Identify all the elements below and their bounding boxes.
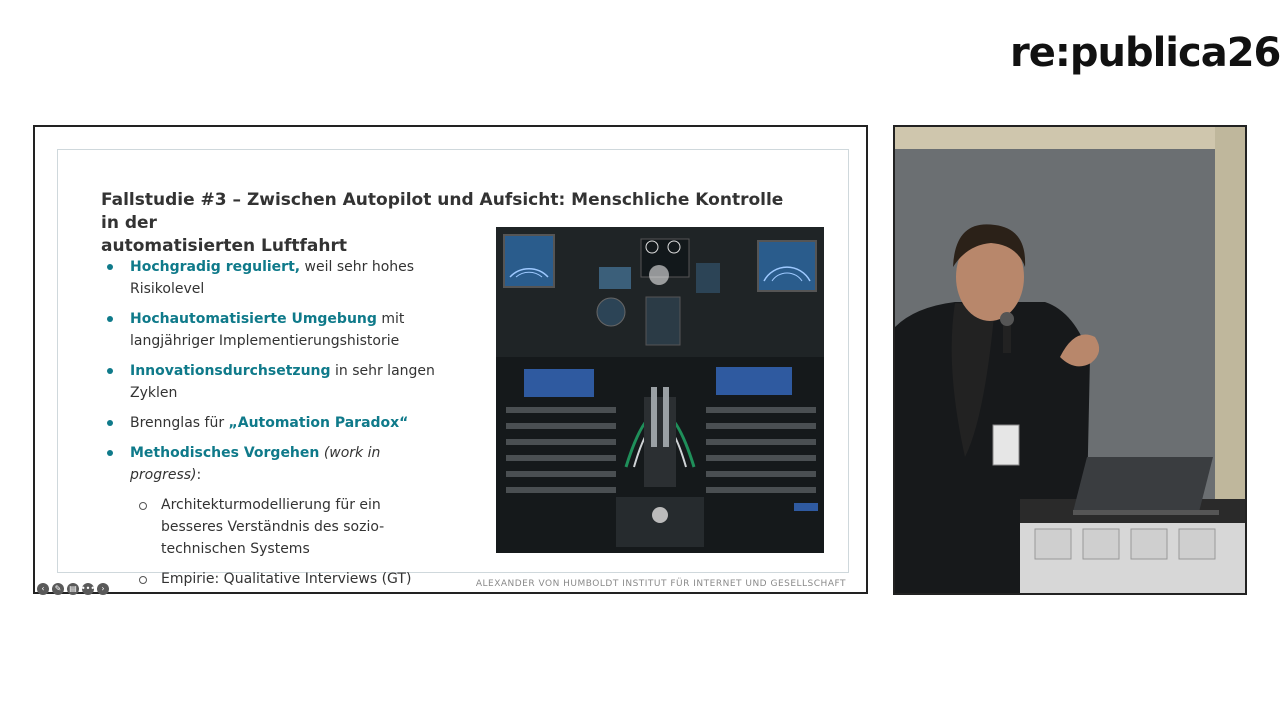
sub-bullet-list: Architekturmodellierung für ein besseres… [130, 494, 435, 590]
slides-icon[interactable]: ▤ [67, 583, 79, 595]
bullet-item: Hochautomatisierte Umgebung mit langjähr… [105, 308, 435, 352]
speaker-video [893, 125, 1247, 595]
speaker-illustration [895, 127, 1245, 593]
slide-footer: ALEXANDER VON HUMBOLDT INSTITUT FÜR INTE… [475, 579, 846, 589]
cockpit-photo [496, 227, 824, 553]
bullet-dot-icon [107, 450, 113, 456]
bullet-highlight: Hochautomatisierte Umgebung [130, 311, 377, 327]
bullet-item: Methodisches Vorgehen (work in progress)… [105, 442, 435, 590]
slide-panel: Fallstudie #3 – Zwischen Autopilot und A… [33, 125, 868, 595]
bullet-highlight: „Automation Paradox“ [228, 415, 409, 431]
sub-bullet-text: Empirie: Qualitative Interviews (GT) [161, 571, 412, 587]
sub-bullet-text: Architekturmodellierung für ein besseres… [161, 497, 385, 557]
cockpit-illustration [496, 227, 824, 553]
next-icon[interactable]: › [97, 583, 109, 595]
bullet-dot-icon [107, 368, 113, 374]
sub-bullet-item: Architekturmodellierung für ein besseres… [130, 494, 435, 560]
bullet-dot-icon [107, 316, 113, 322]
bullet-highlight: Innovationsdurchsetzung [130, 363, 331, 379]
bullet-dot-icon [107, 264, 113, 270]
bullet-item: Innovationsdurchsetzung in sehr langen Z… [105, 360, 435, 404]
bullet-dot-icon [107, 420, 113, 426]
sub-bullet-item: Empirie: Qualitative Interviews (GT) [130, 568, 435, 590]
menu-icon[interactable]: ••• [81, 583, 95, 595]
bullet-highlight: Methodisches Vorgehen [130, 445, 320, 461]
slide-controls: ‹ ✎ ▤ ••• › [37, 583, 109, 595]
prev-icon[interactable]: ‹ [37, 583, 49, 595]
ring-bullet-icon [139, 576, 147, 584]
ring-bullet-icon [139, 502, 147, 510]
pen-icon[interactable]: ✎ [52, 583, 64, 595]
bullet-prefix: Brennglas für [130, 415, 229, 431]
bullet-item: Brennglas für „Automation Paradox“ [105, 412, 435, 434]
bullet-suffix: : [196, 467, 202, 483]
bullet-highlight: Hochgradig reguliert, [130, 259, 301, 275]
republica-logo: re:publica26 [1010, 30, 1280, 76]
bullet-list: Hochgradig reguliert, weil sehr hohes Ri… [105, 256, 435, 598]
bullet-item: Hochgradig reguliert, weil sehr hohes Ri… [105, 256, 435, 300]
